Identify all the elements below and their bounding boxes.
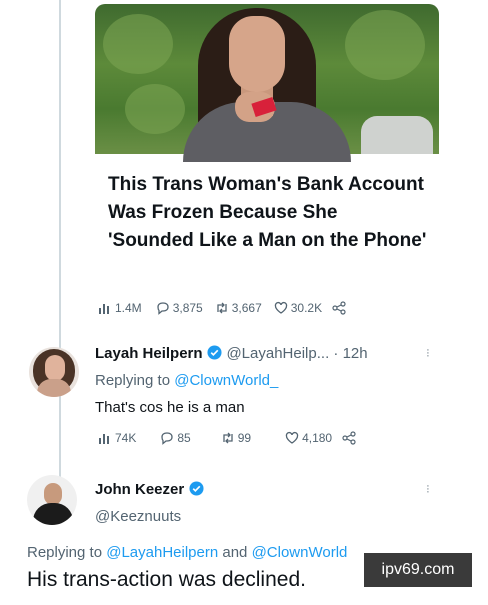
like-button[interactable]: 30.2K [274, 301, 322, 315]
share-icon [342, 431, 356, 445]
verified-badge-icon [207, 345, 222, 360]
reply2-handle[interactable]: @Keeznuuts [95, 508, 181, 525]
reply2-header: John Keezer [95, 481, 204, 499]
views-count: 1.4M [115, 301, 142, 315]
reply-icon [161, 432, 174, 445]
article-headline: This Trans Woman's Bank Account Was Froz… [108, 174, 427, 251]
verified-badge-icon [189, 481, 204, 496]
reply1-header: Layah Heilpern @LayahHeilp... · 12h [95, 345, 368, 363]
avatar-john[interactable] [27, 475, 77, 525]
reply1-text: That's cos he is a man [95, 399, 245, 416]
reply2-replying-line: Replying to @LayahHeilpern and @ClownWor… [27, 544, 348, 561]
retweet-button[interactable]: 99 [221, 431, 251, 445]
views-icon [99, 434, 109, 444]
like-icon [285, 431, 299, 444]
share-icon [332, 301, 346, 315]
article-photo [95, 4, 439, 162]
watermark: ipv69.com [364, 553, 472, 587]
reply-button[interactable]: 3,875 [156, 301, 203, 315]
views-icon [99, 304, 109, 314]
reply2-text: His trans-action was declined. [27, 568, 306, 591]
retweet-icon [223, 432, 233, 444]
thread-line [59, 0, 61, 518]
like-button[interactable]: 4,180 [285, 431, 332, 445]
reply-button[interactable]: 85 [160, 431, 191, 445]
reply1-replying-line: Replying to @ClownWorld_ [95, 372, 279, 389]
reply1-mention[interactable]: @ClownWorld_ [174, 372, 278, 389]
article-card[interactable]: This Trans Woman's Bank Account Was Froz… [95, 4, 439, 284]
views-button[interactable]: 1.4M [98, 301, 142, 315]
reply1-author-name[interactable]: Layah Heilpern [95, 345, 203, 362]
reply-icon [157, 302, 169, 315]
like-count: 30.2K [290, 301, 323, 315]
share-button[interactable] [332, 301, 349, 315]
tweet-stats: 1.4M 3,875 3,667 30.2K [98, 301, 359, 315]
avatar-layah[interactable] [29, 347, 79, 397]
reply1-stats: 74K 85 99 4,180 [98, 431, 369, 445]
reply2-author-name[interactable]: John Keezer [95, 481, 184, 498]
more-icon[interactable]: ⁝ [426, 482, 430, 496]
more-icon[interactable]: ⁝ [426, 346, 430, 360]
retweet-button[interactable]: 3,667 [215, 301, 262, 315]
reply2-mention-1[interactable]: @LayahHeilpern [106, 544, 218, 561]
reply2-mention-2[interactable]: @ClownWorld [252, 544, 348, 561]
reply1-handle-time: @LayahHeilp... · 12h [226, 345, 368, 362]
like-icon [274, 301, 287, 314]
retweet-count: 3,667 [231, 301, 262, 315]
views-button[interactable]: 74K [98, 431, 136, 445]
share-button[interactable] [342, 431, 359, 445]
reply-count: 3,875 [172, 301, 203, 315]
retweet-icon [217, 302, 227, 314]
